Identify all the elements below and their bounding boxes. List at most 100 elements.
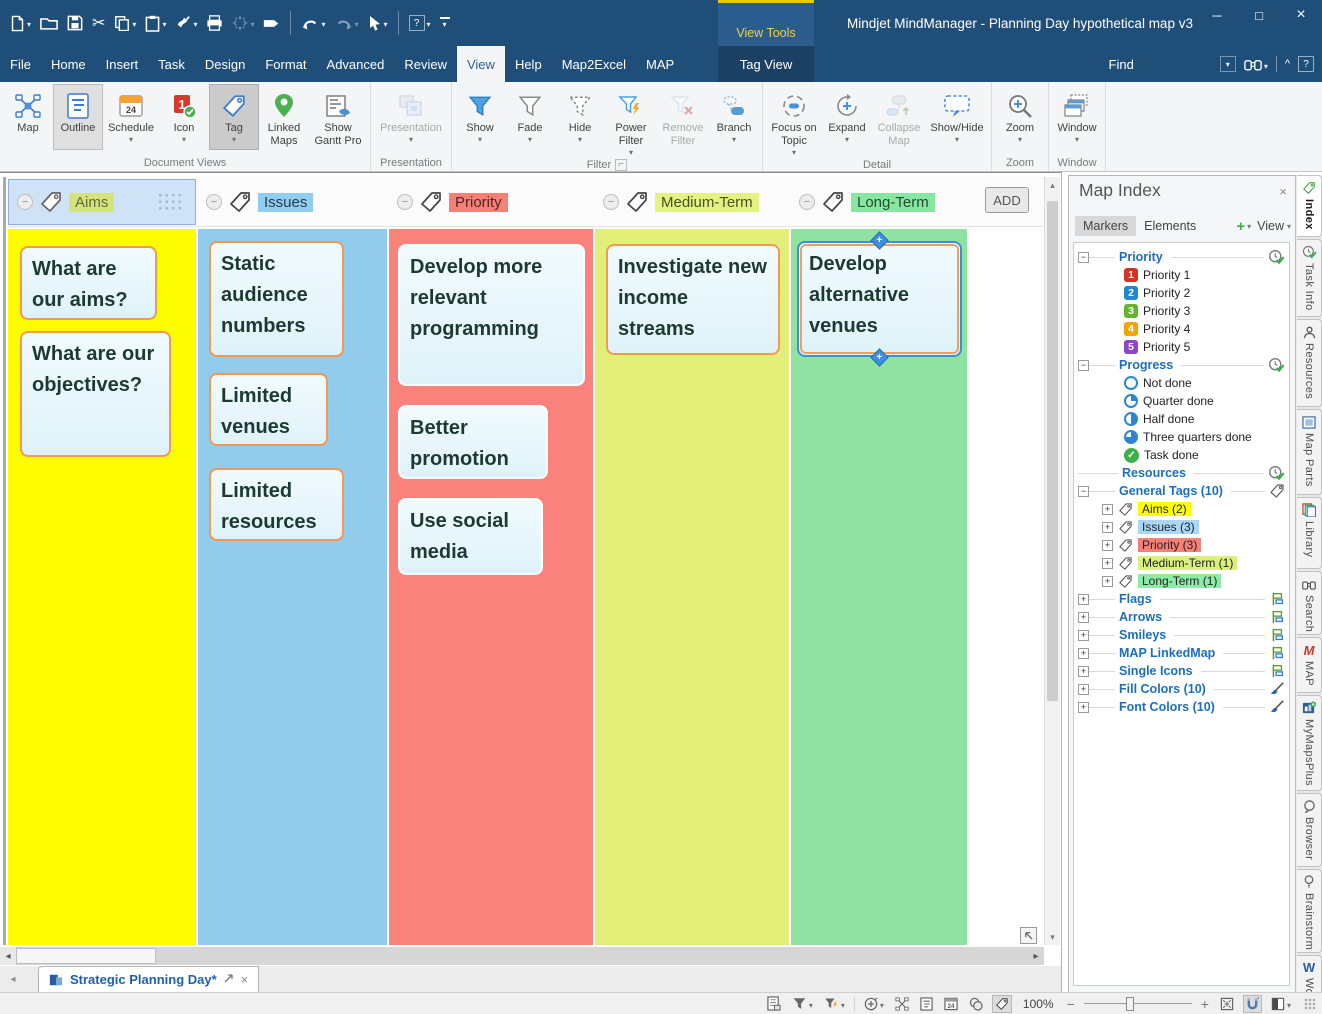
expand-icon[interactable] — [1078, 648, 1089, 659]
tag-medium-term[interactable]: Medium-Term (1) — [1078, 554, 1285, 572]
column-header-aims[interactable]: Aims — [8, 179, 196, 225]
icon-view-status-icon[interactable] — [967, 995, 985, 1013]
section-smileys[interactable]: Smileys — [1078, 626, 1285, 644]
horizontal-scroll-thumb[interactable] — [16, 948, 156, 964]
show-gantt-pro-button[interactable]: Show Gantt Pro — [309, 84, 367, 150]
expand-icon[interactable] — [1078, 684, 1089, 695]
sidetab-library[interactable]: Library — [1297, 497, 1322, 569]
section-general-tags[interactable]: General Tags (10) — [1078, 482, 1285, 500]
topic-notes-icon[interactable] — [765, 995, 783, 1013]
open-file-button[interactable] — [36, 6, 62, 40]
new-document-button[interactable] — [6, 6, 35, 40]
filter-branch-button[interactable]: Branch — [709, 84, 759, 150]
tab-markers[interactable]: Markers — [1075, 216, 1136, 236]
schedule-view-status-icon[interactable]: 24 — [942, 995, 960, 1013]
paste-button[interactable] — [141, 6, 170, 40]
expand-icon[interactable] — [1102, 558, 1113, 569]
drag-grip-icon[interactable] — [157, 192, 183, 212]
sidetab-search[interactable]: Search — [1297, 571, 1322, 635]
show-hide-button[interactable]: Show/Hide — [926, 84, 988, 150]
collapse-ribbon-button[interactable]: ^ — [1285, 58, 1290, 70]
marker-priority-2[interactable]: 2Priority 2 — [1078, 284, 1285, 302]
tab-help[interactable]: Help — [505, 46, 552, 82]
float-tab-icon[interactable] — [224, 973, 234, 986]
column-title[interactable]: Issues — [258, 193, 313, 212]
view-dropdown[interactable]: View — [1257, 219, 1284, 233]
marker-task-done[interactable]: ✓Task done — [1078, 446, 1285, 464]
column-header-long-term[interactable]: Long-Term — [791, 179, 967, 225]
tag-priority[interactable]: Priority (3) — [1078, 536, 1285, 554]
scroll-right-icon[interactable]: ▸ — [1028, 947, 1044, 965]
tab-insert[interactable]: Insert — [96, 46, 149, 82]
section-font-colors[interactable]: Font Colors (10) — [1078, 698, 1285, 716]
marker-priority-1[interactable]: 1Priority 1 — [1078, 266, 1285, 284]
cut-button[interactable]: ✂ — [88, 6, 109, 40]
tab-view[interactable]: View — [457, 46, 505, 82]
topic-card[interactable]: Investigate new income streams — [606, 244, 780, 355]
help-button[interactable]: ? — [405, 6, 435, 40]
tag-long-term[interactable]: Long-Term (1) — [1078, 572, 1285, 590]
expand-icon[interactable] — [1078, 666, 1089, 677]
tab-map2excel[interactable]: Map2Excel — [552, 46, 636, 82]
topic-card-selected[interactable]: Develop alternative venues + + — [797, 241, 962, 357]
clock-check-icon[interactable] — [1268, 357, 1285, 374]
power-filter-button[interactable]: Power Filter — [605, 84, 657, 159]
zoom-slider[interactable] — [1084, 997, 1192, 1011]
tab-map[interactable]: MAP — [636, 46, 684, 82]
document-tab[interactable]: Strategic Planning Day* × — [38, 966, 259, 992]
expand-icon[interactable] — [1078, 594, 1089, 605]
column-title[interactable]: Long-Term — [851, 193, 935, 212]
outline-view-button[interactable]: Outline — [53, 84, 103, 150]
zoom-slider-thumb[interactable] — [1126, 997, 1134, 1011]
topic-card[interactable]: What are our objectives? — [20, 331, 171, 457]
focus-on-topic-button[interactable]: Focus on Topic — [766, 84, 822, 159]
copy-button[interactable] — [110, 6, 140, 40]
topic-card[interactable]: Use social media — [398, 498, 543, 575]
tag-view-button[interactable]: Tag — [209, 84, 259, 150]
section-fill-colors[interactable]: Fill Colors (10) — [1078, 680, 1285, 698]
format-painter-button[interactable] — [171, 6, 201, 40]
zoom-button[interactable]: Zoom — [995, 84, 1045, 150]
vertical-scroll-thumb[interactable] — [1047, 201, 1058, 701]
marker-priority-5[interactable]: 5Priority 5 — [1078, 338, 1285, 356]
sidetab-mymapsplus[interactable]: MyMapsPlus — [1297, 695, 1322, 791]
section-single-icons[interactable]: Single Icons — [1078, 662, 1285, 680]
column-title[interactable]: Medium-Term — [655, 193, 759, 212]
power-filter-status-icon[interactable] — [822, 995, 847, 1013]
new-topic-status-icon[interactable] — [862, 995, 886, 1013]
icon-view-button[interactable]: 1 Icon — [159, 84, 209, 150]
collapse-icon[interactable] — [1078, 252, 1089, 263]
expand-icon[interactable] — [1102, 522, 1113, 533]
collapse-column-icon[interactable] — [799, 194, 815, 210]
expand-icon[interactable] — [1102, 540, 1113, 551]
save-button[interactable] — [63, 6, 87, 40]
section-arrows[interactable]: Arrows — [1078, 608, 1285, 626]
prev-document-icon[interactable]: ◂ — [0, 966, 26, 992]
section-flags[interactable]: Flags — [1078, 590, 1285, 608]
schedule-view-button[interactable]: 24 Schedule — [103, 84, 159, 150]
scroll-down-icon[interactable]: ▾ — [1045, 929, 1060, 945]
tab-advanced[interactable]: Advanced — [317, 46, 395, 82]
find-dropdown[interactable]: ▾ — [1220, 56, 1236, 72]
sidetab-resources[interactable]: Resources — [1297, 319, 1322, 407]
marker-priority-4[interactable]: 4Priority 4 — [1078, 320, 1285, 338]
snap-magnet-icon[interactable] — [1243, 995, 1262, 1013]
column-title[interactable]: Priority — [449, 193, 508, 212]
filter-status-icon[interactable] — [790, 995, 815, 1013]
maximize-button[interactable]: □ — [1238, 0, 1280, 30]
filter-dialog-launcher[interactable]: ⌐ — [615, 159, 627, 171]
map-view-status-icon[interactable] — [893, 995, 911, 1013]
help-icon[interactable]: ? — [1298, 56, 1314, 72]
tab-task[interactable]: Task — [148, 46, 195, 82]
fit-map-status-icon[interactable] — [1218, 995, 1236, 1013]
tab-review[interactable]: Review — [394, 46, 457, 82]
topic-card[interactable]: Limited resources — [209, 468, 344, 541]
section-resources[interactable]: Resources — [1078, 464, 1285, 482]
column-header-issues[interactable]: Issues — [198, 179, 387, 225]
search-binoculars-icon[interactable] — [1244, 47, 1268, 81]
filter-show-button[interactable]: Show — [455, 84, 505, 150]
section-priority[interactable]: Priority — [1078, 248, 1285, 266]
collapse-icon[interactable] — [1078, 486, 1089, 497]
expand-icon[interactable] — [1078, 612, 1089, 623]
expand-button[interactable]: Expand — [822, 84, 872, 150]
